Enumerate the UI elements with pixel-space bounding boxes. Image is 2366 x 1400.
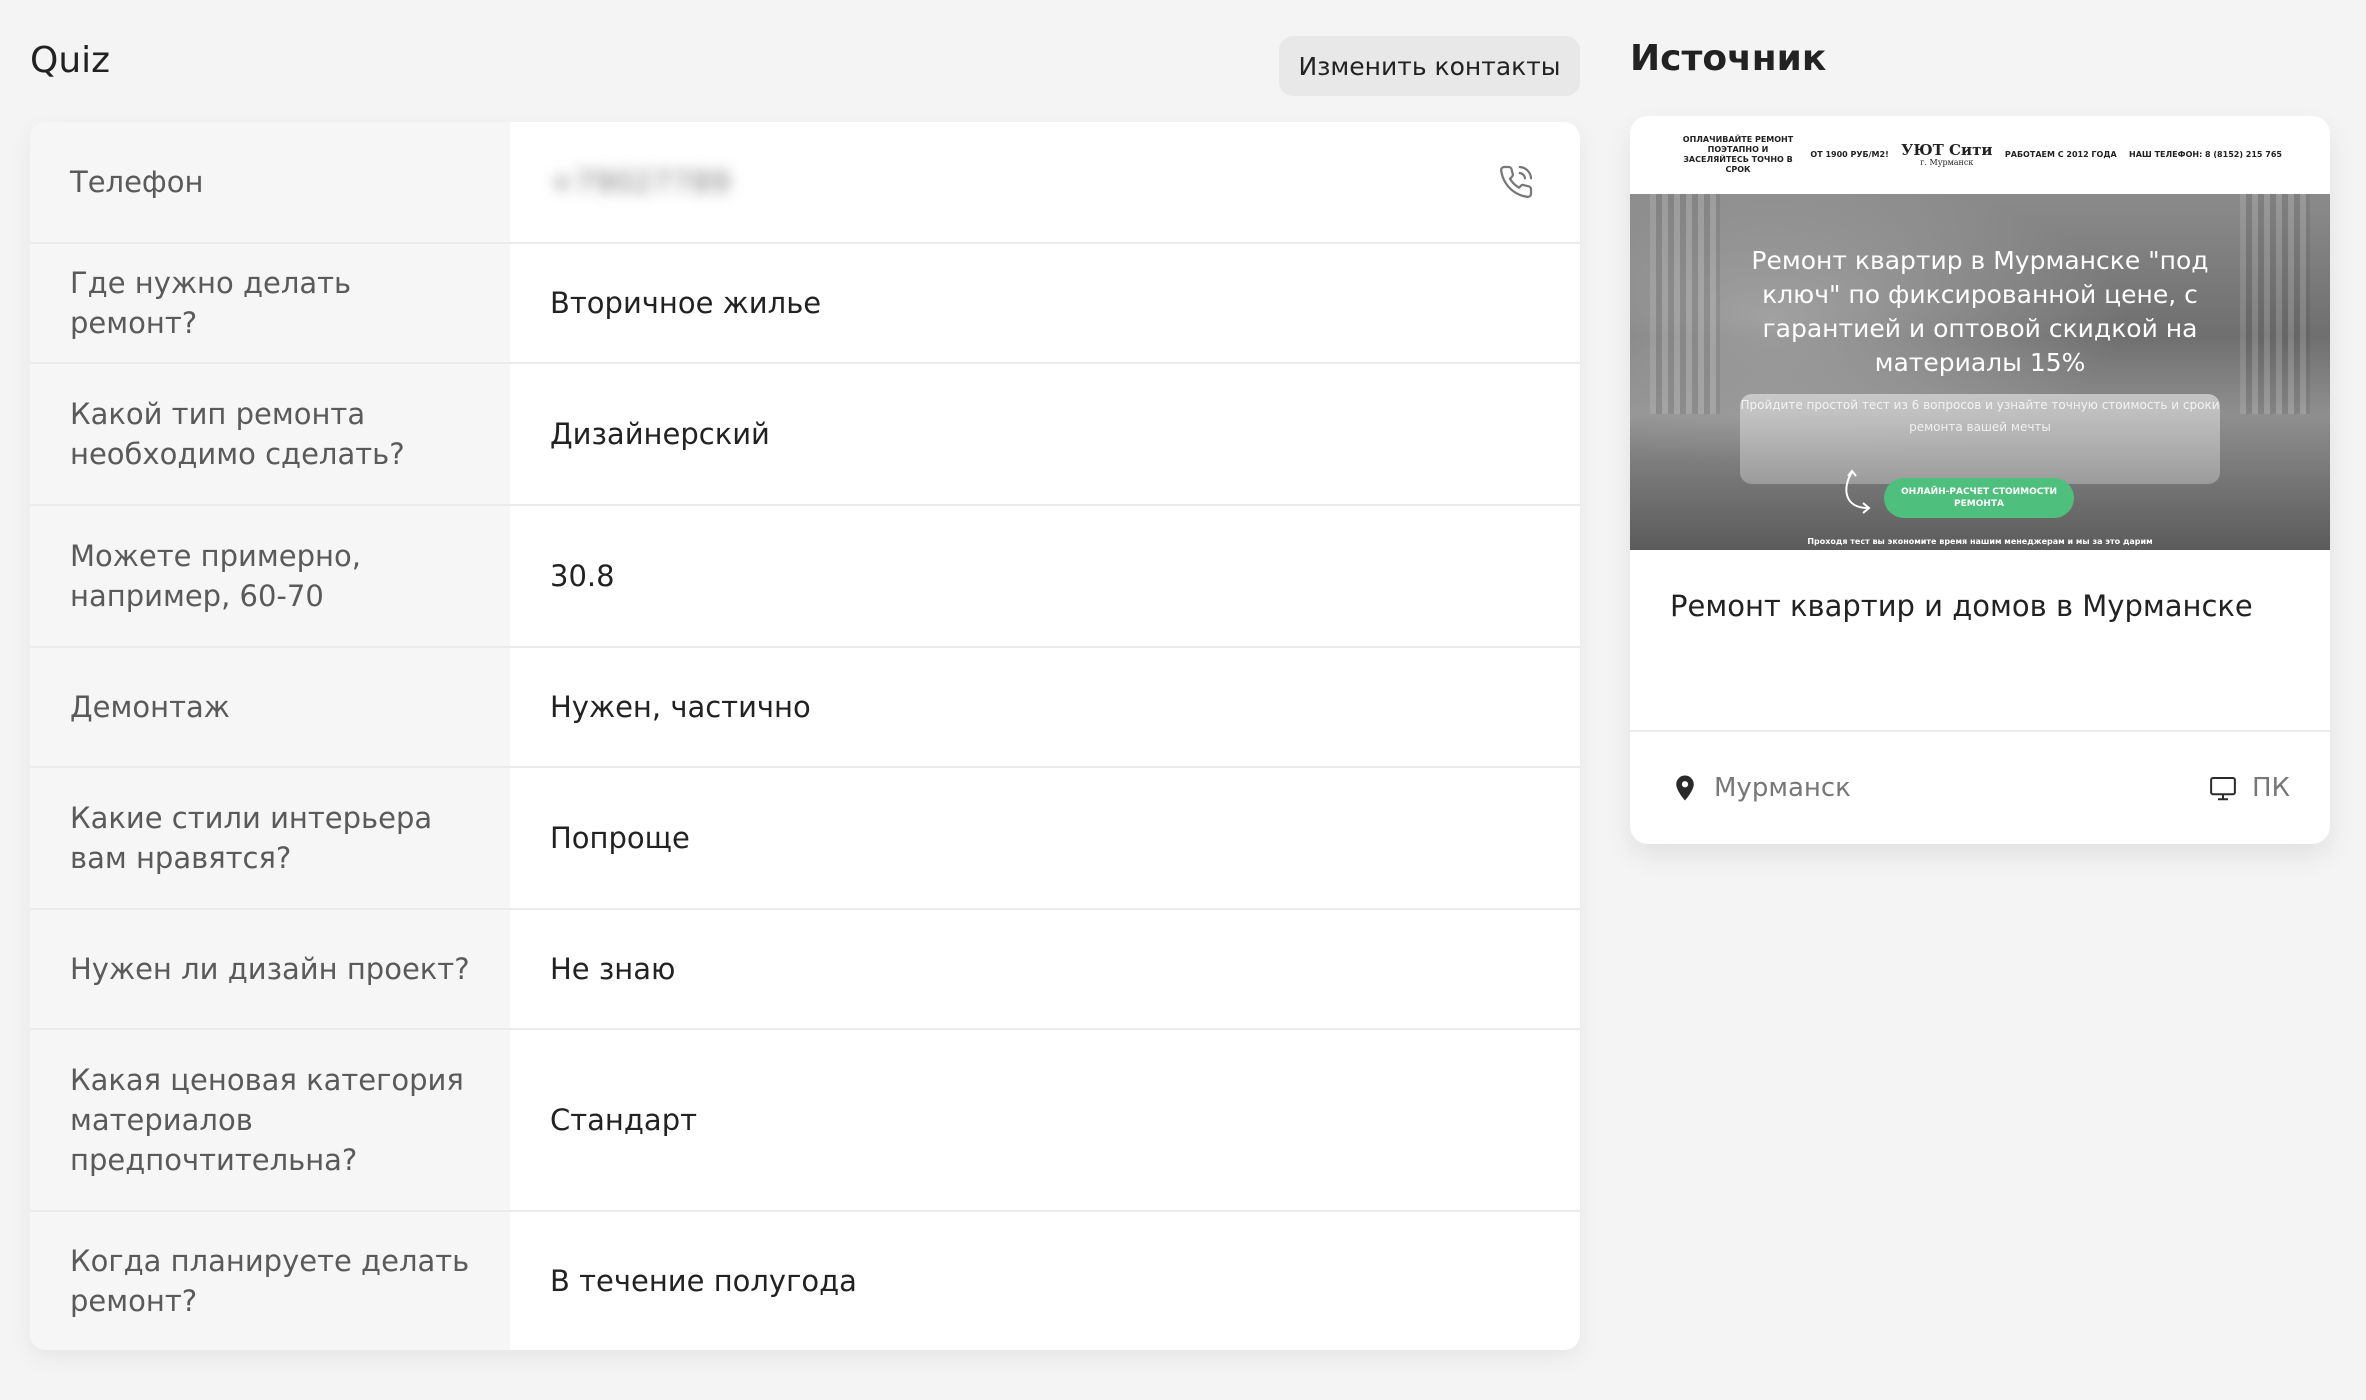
preview-header: ОПЛАЧИВАЙТЕ РЕМОНТ ПОЭТАПНО И ЗАСЕЛЯЙТЕС… xyxy=(1630,116,2330,194)
preview-brand-logo: УЮТ Сити г. Мурманск xyxy=(1901,141,1993,167)
answer-value: В течение полугода xyxy=(550,1264,857,1298)
page: Quiz Изменить контакты Телефон +79027789… xyxy=(0,0,2366,1400)
answer-value: 30.8 xyxy=(550,559,615,593)
question-label: Какая ценовая категория материалов предп… xyxy=(30,1030,510,1210)
answer-value: Дизайнерский xyxy=(550,417,770,451)
table-row: Телефон +79027789 xyxy=(30,122,1580,242)
phone-call-icon[interactable] xyxy=(1498,164,1534,200)
question-label: Телефон xyxy=(30,122,510,242)
table-row: Какая ценовая категория материалов предп… xyxy=(30,1028,1580,1210)
table-row: Демонтаж Нужен, частично xyxy=(30,646,1580,766)
question-label: Когда планируете делать ремонт? xyxy=(30,1212,510,1350)
source-card[interactable]: ОПЛАЧИВАЙТЕ РЕМОНТ ПОЭТАПНО И ЗАСЕЛЯЙТЕС… xyxy=(1630,116,2330,844)
preview-header-phone: НАШ ТЕЛЕФОН: 8 (8152) 215 765 xyxy=(2129,150,2282,159)
preview-cta-button: ОНЛАЙН-РАСЧЕТ СТОИМОСТИ РЕМОНТА xyxy=(1884,478,2074,518)
source-title: Источник xyxy=(1630,38,1827,79)
preview-header-price: ОТ 1900 РУБ/М2! xyxy=(1810,150,1889,159)
preview-subline: Пройдите простой тест из 6 вопросов и уз… xyxy=(1740,398,2220,434)
source-location: Мурманск xyxy=(1670,773,1851,803)
answer-value: Нужен, частично xyxy=(550,690,811,724)
phone-value: +79027789 xyxy=(550,165,731,199)
quiz-answers-table: Телефон +79027789 Где нужно делать ремон… xyxy=(30,122,1580,1350)
table-row: Какой тип ремонта необходимо сделать? Ди… xyxy=(30,362,1580,504)
preview-hero: Ремонт квартир в Мурманске "под ключ" по… xyxy=(1630,194,2330,550)
preview-header-left: ОПЛАЧИВАЙТЕ РЕМОНТ ПОЭТАПНО И ЗАСЕЛЯЙТЕС… xyxy=(1682,135,1794,174)
question-label: Где нужно делать ремонт? xyxy=(30,244,510,362)
preview-headline: Ремонт квартир в Мурманске "под ключ" по… xyxy=(1751,246,2209,377)
landing-preview-image[interactable]: ОПЛАЧИВАЙТЕ РЕМОНТ ПОЭТАПНО И ЗАСЕЛЯЙТЕС… xyxy=(1630,116,2330,550)
preview-bottom-note: Проходя тест вы экономите время нашим ме… xyxy=(1807,537,2153,546)
table-row: Нужен ли дизайн проект? Не знаю xyxy=(30,908,1580,1028)
desktop-icon xyxy=(2210,777,2236,801)
question-label: Можете примерно, например, 60-70 xyxy=(30,506,510,646)
table-row: Можете примерно, например, 60-70 30.8 xyxy=(30,504,1580,646)
answer-value: Попроще xyxy=(550,821,690,855)
table-row: Где нужно делать ремонт? Вторичное жилье xyxy=(30,242,1580,362)
answer-value: Стандарт xyxy=(550,1103,697,1137)
preview-header-years: РАБОТАЕМ С 2012 ГОДА xyxy=(2004,150,2117,159)
source-name: Ремонт квартир и домов в Мурманске xyxy=(1670,589,2253,623)
question-label: Какие стили интерьера вам нравятся? xyxy=(30,768,510,908)
source-city: Мурманск xyxy=(1714,773,1851,803)
question-label: Нужен ли дизайн проект? xyxy=(30,910,510,1028)
table-row: Когда планируете делать ремонт? В течени… xyxy=(30,1210,1580,1350)
answer-cell: +79027789 xyxy=(510,122,1580,242)
answer-value: Не знаю xyxy=(550,952,676,986)
question-label: Демонтаж xyxy=(30,648,510,766)
curved-arrow-icon xyxy=(1845,469,1871,514)
curtain-decoration xyxy=(1650,194,1720,414)
question-label: Какой тип ремонта необходимо сделать? xyxy=(30,364,510,504)
location-pin-icon xyxy=(1676,775,1694,801)
answer-value: Вторичное жилье xyxy=(550,286,822,320)
source-device: ПК xyxy=(2208,773,2290,803)
quiz-title: Quiz xyxy=(30,40,111,81)
curtain-decoration xyxy=(2240,194,2310,414)
table-row: Какие стили интерьера вам нравятся? Попр… xyxy=(30,766,1580,908)
source-device-label: ПК xyxy=(2251,773,2290,803)
source-footer: Мурманск ПК xyxy=(1630,730,2330,844)
edit-contacts-button[interactable]: Изменить контакты xyxy=(1279,36,1580,96)
